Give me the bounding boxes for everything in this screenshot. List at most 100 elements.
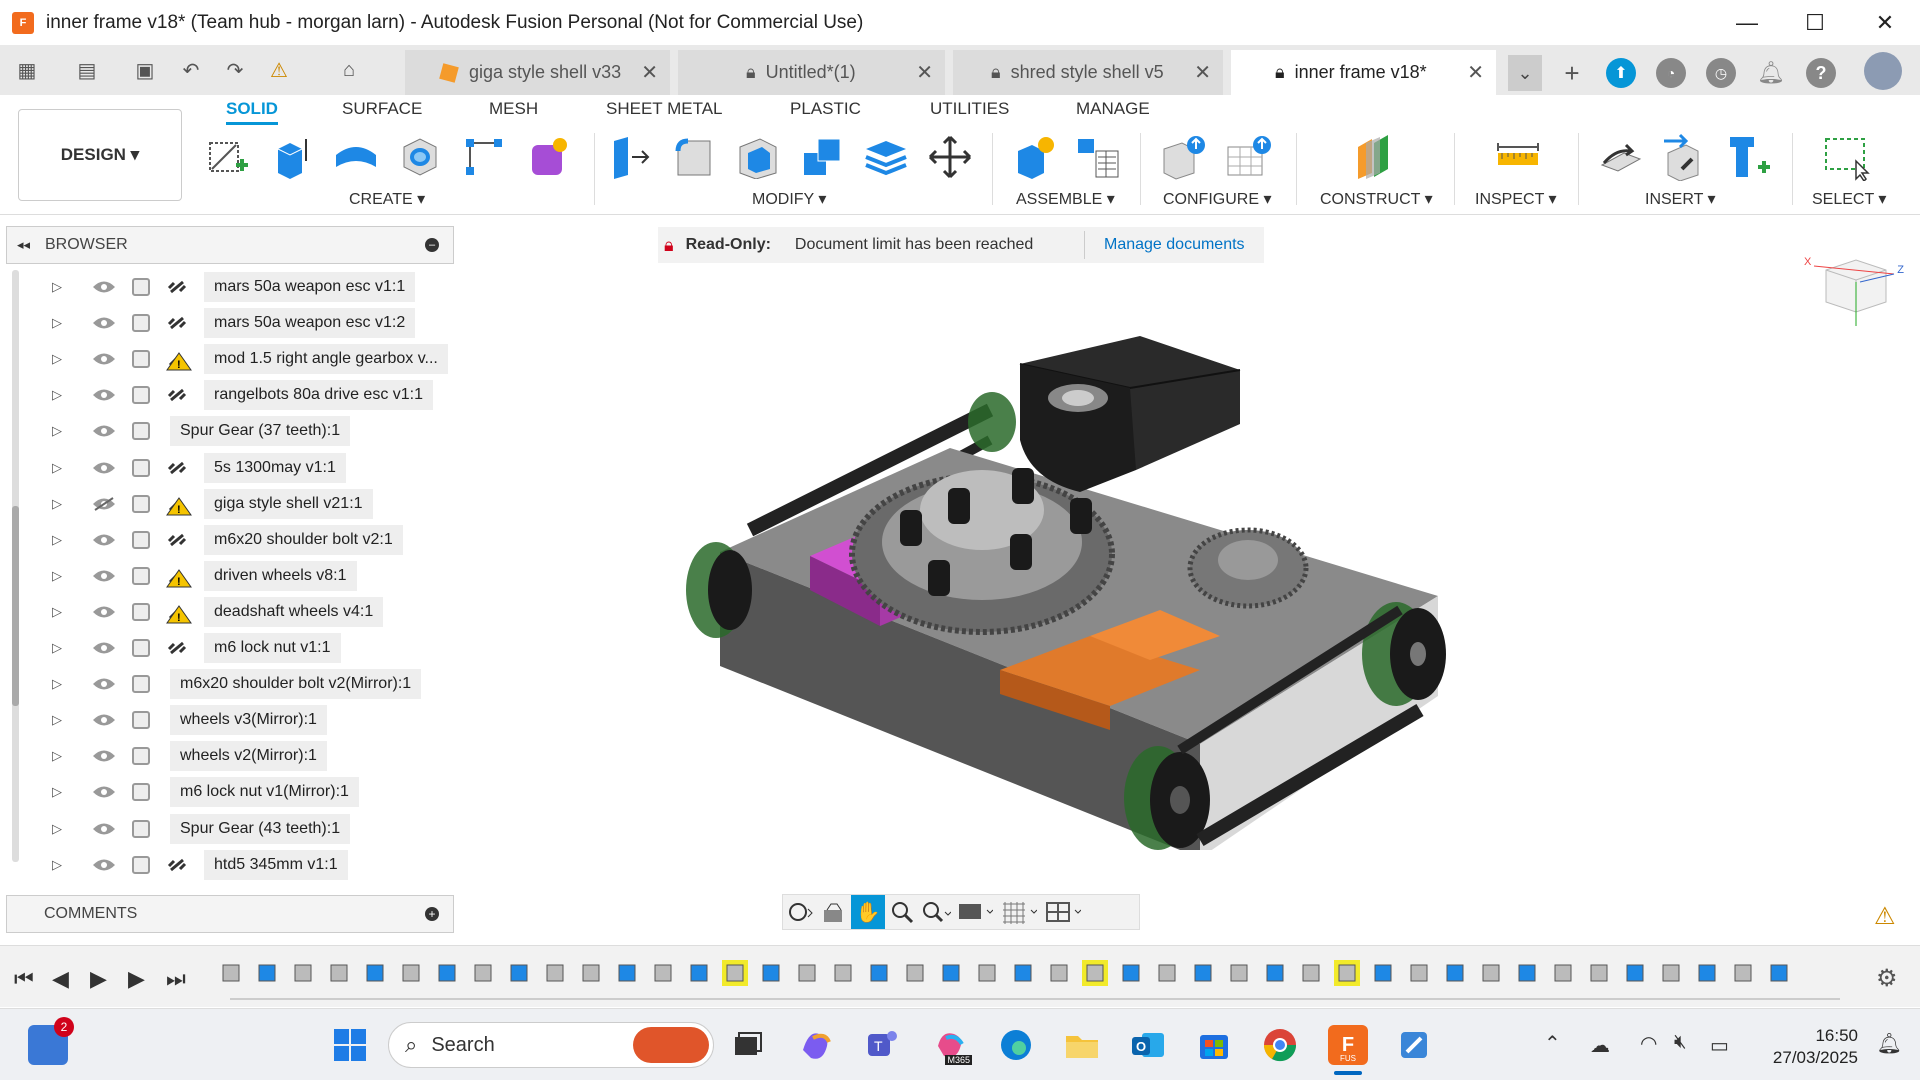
expand-arrow-icon[interactable]: ▷	[52, 604, 66, 620]
timeline-feature-icon[interactable]	[1046, 960, 1072, 986]
doc-tab-inner-frame[interactable]: 🔒︎ inner frame v18* ✕	[1231, 50, 1496, 95]
redo-icon[interactable]: ↷	[220, 55, 250, 85]
expand-arrow-icon[interactable]: ▷	[52, 568, 66, 584]
eye-hidden-icon[interactable]	[92, 496, 116, 511]
timeline-feature-icon[interactable]	[1478, 960, 1504, 986]
close-icon[interactable]: ✕	[641, 60, 658, 85]
timeline-feature-icon[interactable]	[542, 960, 568, 986]
app-grid-icon[interactable]: ▦	[12, 55, 42, 85]
timeline-feature-icon[interactable]	[1658, 960, 1684, 986]
timeline-feature-icon[interactable]	[1442, 960, 1468, 986]
timeline-feature-icon[interactable]	[902, 960, 928, 986]
undo-icon[interactable]: ↶	[176, 55, 206, 85]
eye-icon[interactable]	[92, 641, 116, 655]
configure-group-label[interactable]: CONFIGURE ▾	[1163, 189, 1271, 209]
expand-arrow-icon[interactable]: ▷	[52, 496, 66, 512]
configuration-table-icon[interactable]	[1224, 133, 1272, 181]
browser-tree-item[interactable]: ▷ m6x20 shoulder bolt v2(Mirror):1	[52, 669, 452, 700]
battery-icon[interactable]: ▭	[1710, 1033, 1729, 1058]
timeline-feature-icon[interactable]	[254, 960, 280, 986]
browser-tree-item[interactable]: ▷ 5s 1300may v1:1	[52, 452, 452, 483]
edge-icon[interactable]	[996, 1025, 1036, 1065]
eye-icon[interactable]	[92, 785, 116, 799]
expand-arrow-icon[interactable]: ▷	[52, 279, 66, 295]
expand-arrow-icon[interactable]: ▷	[52, 821, 66, 837]
timeline-feature-icon[interactable]	[398, 960, 424, 986]
construct-group-label[interactable]: CONSTRUCT ▾	[1320, 189, 1433, 209]
eye-icon[interactable]	[92, 316, 116, 330]
pattern-icon[interactable]	[460, 133, 508, 181]
expand-arrow-icon[interactable]: ▷	[52, 532, 66, 548]
expand-arrow-icon[interactable]: ▷	[52, 640, 66, 656]
modify-group-label[interactable]: MODIFY ▾	[752, 189, 826, 209]
task-view-icon[interactable]	[728, 1025, 768, 1065]
system-clock[interactable]: 16:50 27/03/2025	[1773, 1025, 1858, 1069]
tab-mesh[interactable]: MESH	[489, 99, 538, 119]
eye-icon[interactable]	[92, 424, 116, 438]
clock-icon[interactable]: ◷	[1706, 58, 1736, 88]
doc-tab-giga-style-shell[interactable]: giga style shell v33 ✕	[405, 50, 670, 95]
volume-muted-icon[interactable]: 🔇︎	[1674, 1031, 1687, 1054]
eye-icon[interactable]	[92, 822, 116, 836]
scrollbar-thumb[interactable]	[12, 506, 19, 706]
3d-model-robot[interactable]	[660, 320, 1480, 858]
timeline-feature-icon[interactable]	[1730, 960, 1756, 986]
timeline-feature-icon[interactable]	[434, 960, 460, 986]
workspace-switcher-button[interactable]: DESIGN ▾	[18, 109, 182, 201]
form-icon[interactable]	[524, 133, 572, 181]
step-back-icon[interactable]: ◀	[52, 966, 69, 992]
timeline-feature-icon[interactable]	[722, 960, 748, 986]
browser-tree-item[interactable]: ▷ Spur Gear (43 teeth):1	[52, 813, 452, 844]
eye-icon[interactable]	[92, 569, 116, 583]
timeline-feature-icon[interactable]	[686, 960, 712, 986]
browser-tree-item[interactable]: ▷ m6 lock nut v1(Mirror):1	[52, 777, 452, 808]
warning-icon[interactable]: ⚠	[1874, 902, 1896, 931]
maximize-icon[interactable]: ☐	[1780, 0, 1850, 45]
timeline-feature-icon[interactable]	[1298, 960, 1324, 986]
timeline-settings-gear-icon[interactable]: ⚙	[1876, 964, 1898, 993]
close-icon[interactable]: ✕	[1850, 0, 1920, 45]
timeline-feature-icon[interactable]	[794, 960, 820, 986]
timeline-feature-icon[interactable]	[326, 960, 352, 986]
timeline-feature-icon[interactable]	[1370, 960, 1396, 986]
eye-icon[interactable]	[92, 713, 116, 727]
expand-arrow-icon[interactable]: ▷	[52, 460, 66, 476]
expand-arrow-icon[interactable]: ▷	[52, 387, 66, 403]
expand-arrow-icon[interactable]: ▷	[52, 676, 66, 692]
new-component-icon[interactable]	[1010, 133, 1058, 181]
tab-surface[interactable]: SURFACE	[342, 99, 422, 119]
browser-tree-item[interactable]: ▷ mars 50a weapon esc v1:1	[52, 272, 452, 302]
browser-tree-item[interactable]: ▷! mod 1.5 right angle gearbox v...	[52, 344, 452, 375]
fit-icon[interactable]	[919, 895, 953, 929]
m365-icon[interactable]: M365	[930, 1025, 972, 1065]
insert-group-label[interactable]: INSERT ▾	[1645, 189, 1716, 209]
revolve-icon[interactable]	[332, 133, 380, 181]
zoom-icon[interactable]	[885, 895, 919, 929]
close-icon[interactable]: ✕	[1194, 60, 1211, 85]
browser-tree-item[interactable]: ▷! driven wheels v8:1	[52, 560, 452, 591]
eye-icon[interactable]	[92, 605, 116, 619]
move-copy-icon[interactable]	[926, 133, 974, 181]
combine-icon[interactable]	[798, 133, 846, 181]
close-icon[interactable]: ✕	[916, 60, 933, 85]
home-icon[interactable]: ⌂	[334, 55, 364, 85]
timeline-feature-icon[interactable]	[866, 960, 892, 986]
eye-icon[interactable]	[92, 858, 116, 872]
new-tab-plus-icon[interactable]: +	[1555, 55, 1589, 91]
doc-tab-untitled[interactable]: 🔒︎ Untitled*(1) ✕	[678, 50, 945, 95]
timeline-feature-icon[interactable]	[758, 960, 784, 986]
timeline-feature-icon[interactable]	[650, 960, 676, 986]
shell-icon[interactable]	[734, 133, 782, 181]
browser-tree-item[interactable]: ▷ m6x20 shoulder bolt v2:1	[52, 524, 452, 555]
tab-overflow-chevron-icon[interactable]: ⌄	[1508, 55, 1542, 91]
browser-tree-item[interactable]: ▷! giga style shell v21:1	[52, 488, 452, 519]
timeline-feature-icon[interactable]	[974, 960, 1000, 986]
timeline-feature-icon[interactable]	[470, 960, 496, 986]
timeline-feature-icon[interactable]	[218, 960, 244, 986]
copilot-icon[interactable]	[796, 1025, 836, 1065]
widgets-icon[interactable]: 2	[28, 1017, 74, 1065]
go-to-end-icon[interactable]: ⏭	[166, 966, 186, 992]
eye-icon[interactable]	[92, 749, 116, 763]
tab-manage[interactable]: MANAGE	[1076, 99, 1150, 119]
offset-face-icon[interactable]	[862, 133, 910, 181]
